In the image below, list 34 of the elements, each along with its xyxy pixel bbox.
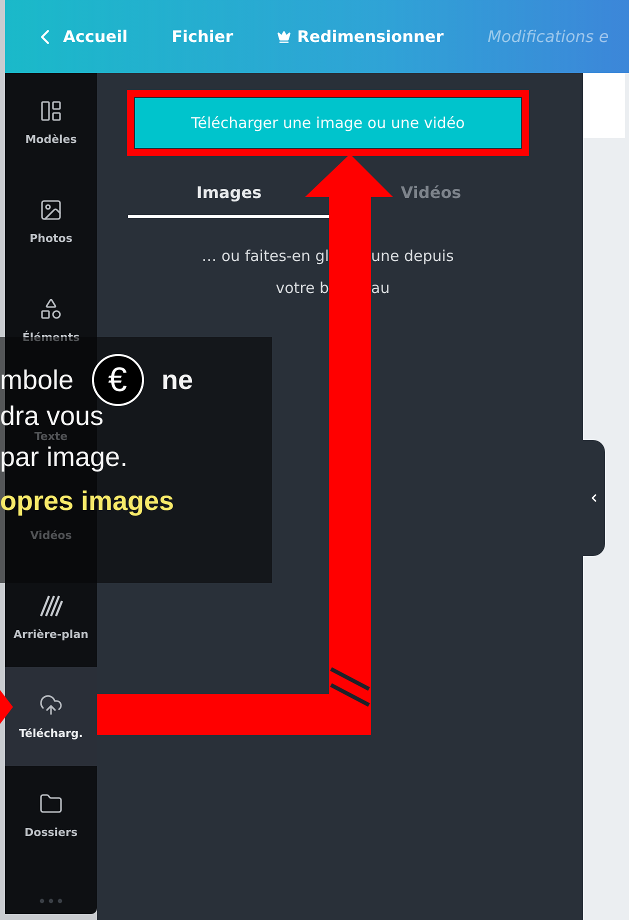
hint-text: une depuis bbox=[371, 247, 455, 265]
sidebar-item[interactable]: Photos bbox=[30, 232, 72, 245]
sidebar-item[interactable]: Éléments bbox=[22, 331, 80, 344]
hint-text: votre b bbox=[274, 279, 329, 297]
triangle-marker bbox=[0, 690, 13, 724]
save-status-link[interactable]: Modifications e bbox=[488, 27, 609, 46]
shapes-icon bbox=[39, 297, 63, 321]
more-dots-icon bbox=[39, 898, 63, 904]
caption-text: ne bbox=[162, 366, 194, 394]
diagonal-stripes-icon bbox=[39, 594, 63, 618]
sidebar-item[interactable]: Vidéos bbox=[30, 529, 72, 542]
caption-text: par image. bbox=[0, 444, 128, 470]
crown-icon bbox=[277, 30, 292, 44]
image-icon bbox=[39, 198, 63, 222]
layout-icon bbox=[39, 99, 63, 123]
menu-link[interactable]: Redimensionner bbox=[277, 27, 444, 46]
caption-text: opres images bbox=[0, 488, 174, 514]
hint-text: … ou faites-en gl bbox=[200, 247, 329, 265]
sidebar-item[interactable]: Arrière-plan bbox=[14, 628, 88, 641]
canvas-card bbox=[583, 73, 625, 138]
folder-icon bbox=[39, 792, 63, 816]
tab[interactable]: Vidéos bbox=[400, 183, 462, 202]
sidebar-item[interactable]: Modèles bbox=[25, 133, 77, 146]
cloud-upload-icon bbox=[39, 693, 63, 717]
hint-text: au bbox=[371, 279, 391, 297]
menu-link[interactable]: Accueil bbox=[33, 24, 128, 48]
tab[interactable]: Images bbox=[196, 183, 262, 202]
menu-link[interactable]: Fichier bbox=[172, 27, 234, 46]
upload-button[interactable]: Télécharger une image ou une vidéo bbox=[135, 98, 521, 148]
caption-text: mbole bbox=[0, 366, 74, 394]
sidebar-item[interactable]: Texte bbox=[34, 430, 68, 443]
sidebar-item[interactable]: Dossiers bbox=[24, 826, 78, 839]
collapse-tab[interactable] bbox=[583, 440, 605, 556]
sidebar-item[interactable]: Télécharg. bbox=[19, 727, 83, 740]
